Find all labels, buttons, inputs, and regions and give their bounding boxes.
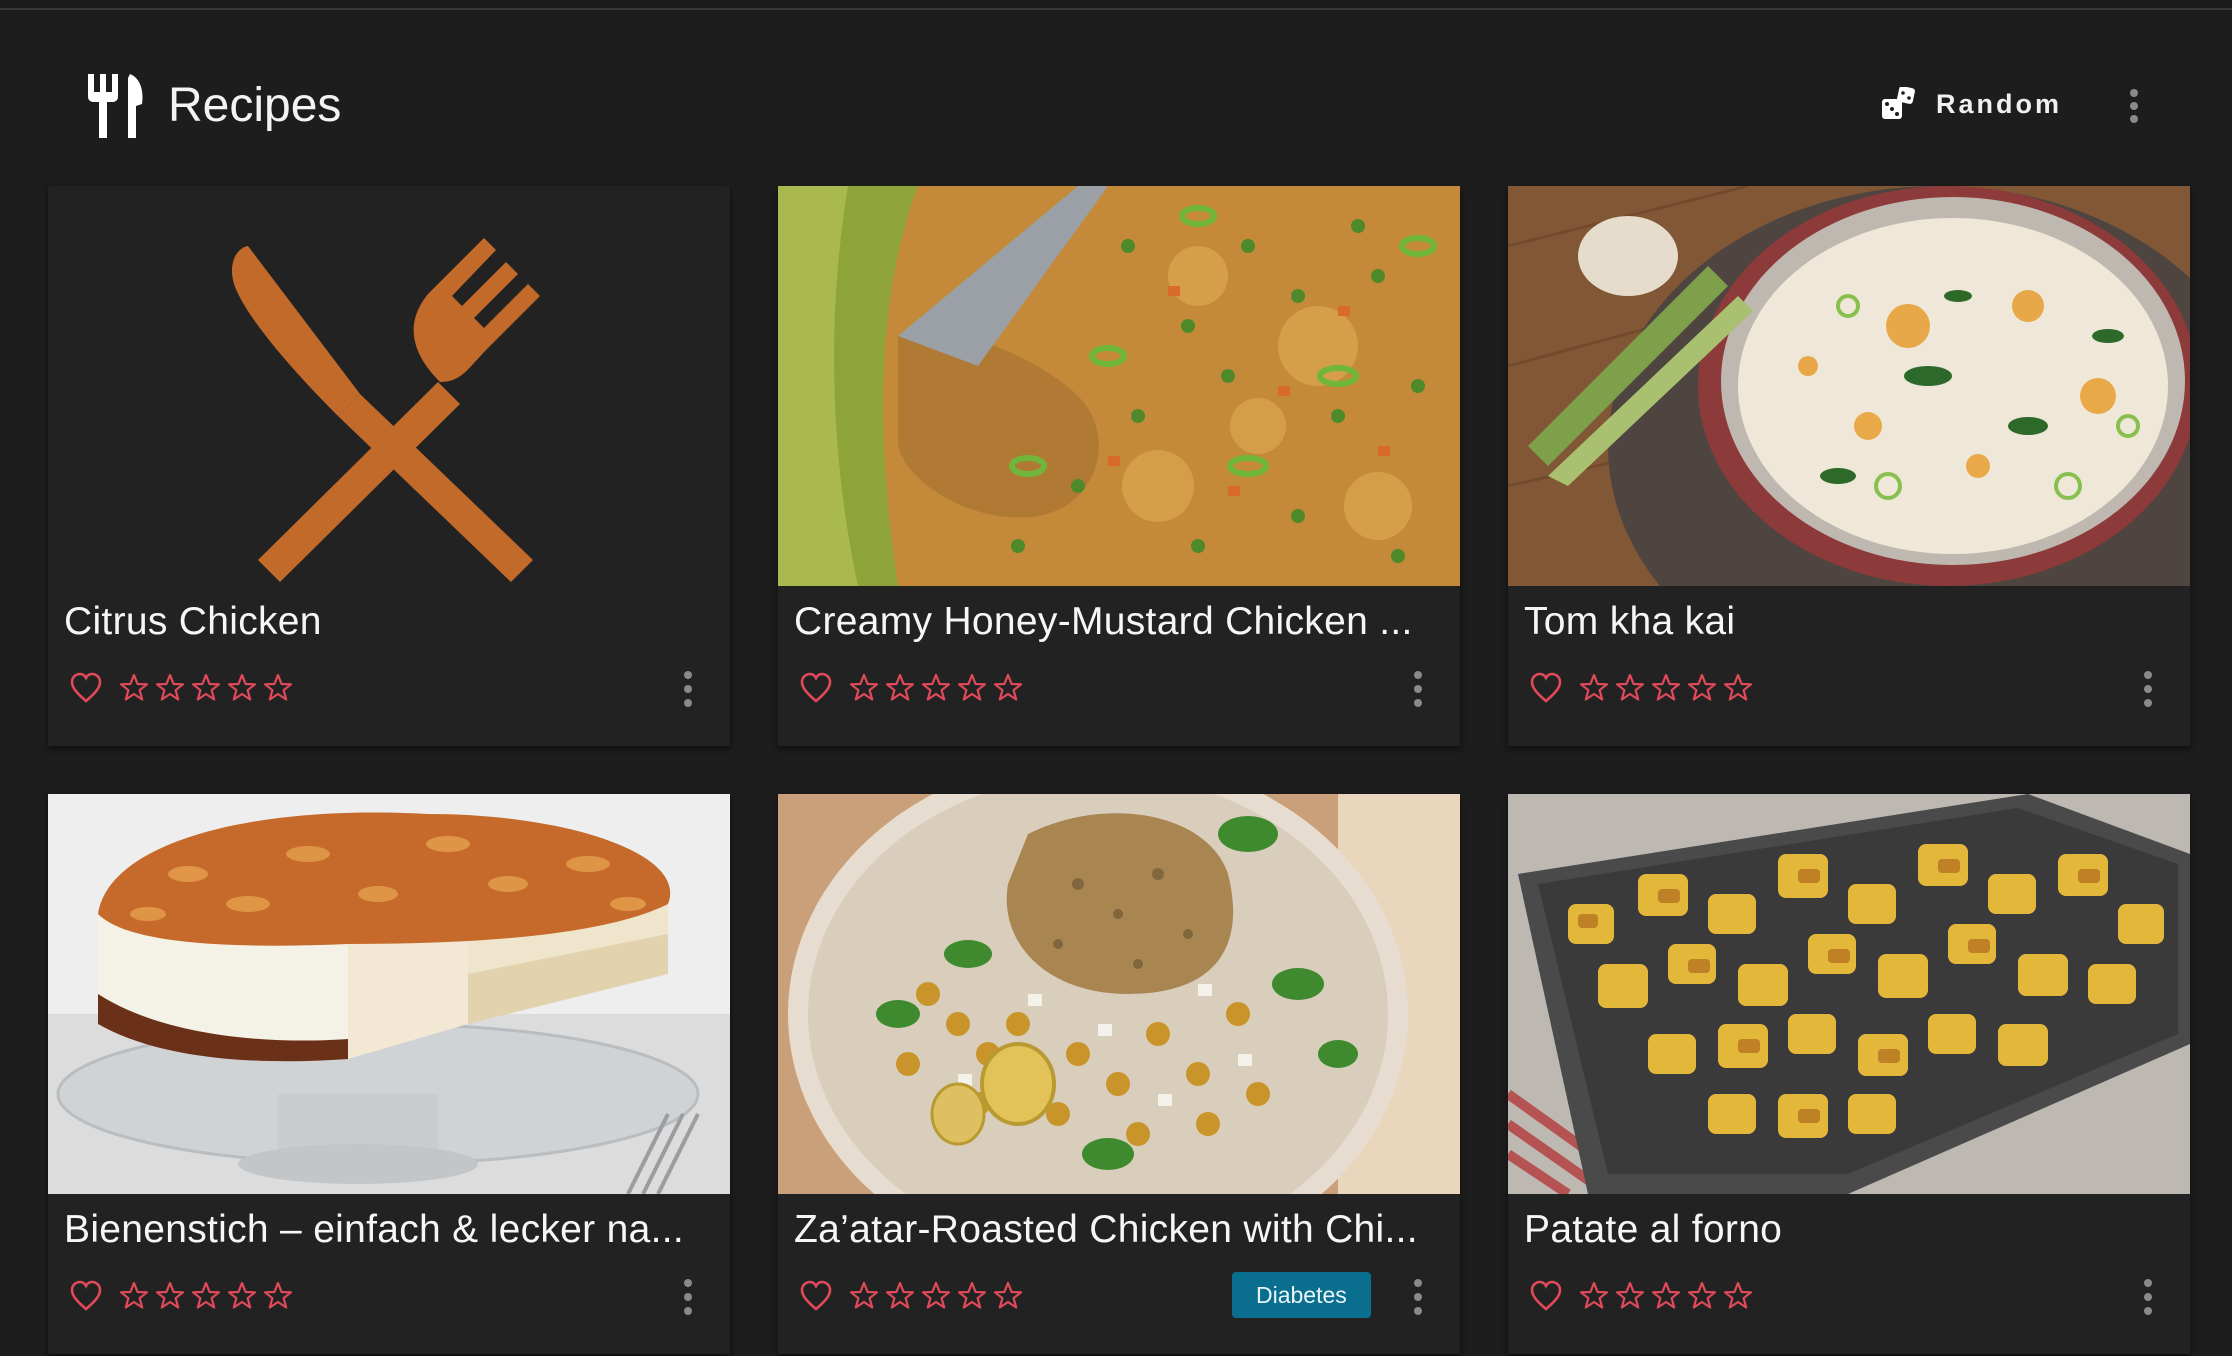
star-outline-icon[interactable] bbox=[954, 1278, 990, 1314]
coconut-soup-bowl-image bbox=[1508, 186, 2190, 586]
heart-outline-icon[interactable] bbox=[68, 1278, 104, 1314]
star-outline-icon[interactable] bbox=[990, 670, 1026, 706]
star-outline-icon[interactable] bbox=[882, 1278, 918, 1314]
tag-chip[interactable]: Diabetes bbox=[1232, 1272, 1371, 1318]
recipe-card[interactable]: Za’atar-Roasted Chicken with Chi... Diab… bbox=[778, 794, 1460, 1354]
star-outline-icon[interactable] bbox=[1648, 670, 1684, 706]
star-outline-icon[interactable] bbox=[152, 1278, 188, 1314]
recipe-image[interactable] bbox=[778, 186, 1460, 586]
star-rating[interactable] bbox=[1576, 670, 1756, 706]
star-outline-icon[interactable] bbox=[1684, 670, 1720, 706]
recipe-title[interactable]: Tom kha kai bbox=[1524, 598, 2174, 646]
star-outline-icon[interactable] bbox=[260, 1278, 296, 1314]
star-outline-icon[interactable] bbox=[990, 1278, 1026, 1314]
recipe-title[interactable]: Creamy Honey-Mustard Chicken ... bbox=[794, 598, 1444, 646]
star-outline-icon[interactable] bbox=[918, 670, 954, 706]
star-outline-icon[interactable] bbox=[1576, 1278, 1612, 1314]
star-rating[interactable] bbox=[846, 1278, 1026, 1314]
window-top-border bbox=[0, 0, 2232, 10]
app-header: Recipes Random bbox=[0, 60, 2232, 150]
more-vertical-icon[interactable] bbox=[2128, 1272, 2168, 1322]
recipe-image-placeholder[interactable] bbox=[48, 186, 730, 586]
recipe-title[interactable]: Patate al forno bbox=[1524, 1206, 2174, 1254]
more-vertical-icon[interactable] bbox=[2114, 84, 2154, 128]
random-button-label: Random bbox=[1936, 88, 2062, 119]
roasted-potatoes-tray-image bbox=[1508, 794, 2190, 1194]
recipe-image[interactable] bbox=[48, 794, 730, 1194]
star-outline-icon[interactable] bbox=[1612, 1278, 1648, 1314]
star-outline-icon[interactable] bbox=[224, 1278, 260, 1314]
bee-sting-cake-image bbox=[48, 794, 730, 1194]
more-vertical-icon[interactable] bbox=[1398, 664, 1438, 714]
recipe-actions bbox=[1508, 664, 2190, 714]
recipe-actions: Diabetes bbox=[778, 1272, 1460, 1322]
recipe-image[interactable] bbox=[778, 794, 1460, 1194]
more-vertical-icon[interactable] bbox=[1398, 1272, 1438, 1322]
more-vertical-icon[interactable] bbox=[668, 664, 708, 714]
star-outline-icon[interactable] bbox=[1612, 670, 1648, 706]
recipe-actions bbox=[48, 1272, 730, 1322]
page-title: Recipes bbox=[168, 79, 342, 132]
random-button[interactable]: Random bbox=[1868, 66, 2078, 142]
recipe-title[interactable]: Za’atar-Roasted Chicken with Chi... bbox=[794, 1206, 1444, 1254]
star-outline-icon[interactable] bbox=[1720, 670, 1756, 706]
star-rating[interactable] bbox=[116, 1278, 296, 1314]
recipe-card[interactable]: Patate al forno bbox=[1508, 794, 2190, 1354]
star-outline-icon[interactable] bbox=[188, 670, 224, 706]
star-outline-icon[interactable] bbox=[1648, 1278, 1684, 1314]
fork-knife-placeholder-icon bbox=[231, 238, 540, 582]
star-outline-icon[interactable] bbox=[116, 1278, 152, 1314]
heart-outline-icon[interactable] bbox=[1528, 670, 1564, 706]
star-rating[interactable] bbox=[1576, 1278, 1756, 1314]
star-outline-icon[interactable] bbox=[1720, 1278, 1756, 1314]
star-outline-icon[interactable] bbox=[188, 1278, 224, 1314]
heart-outline-icon[interactable] bbox=[1528, 1278, 1564, 1314]
recipe-actions bbox=[48, 664, 730, 714]
recipe-card[interactable]: Citrus Chicken bbox=[48, 186, 730, 746]
recipe-card[interactable]: Tom kha kai bbox=[1508, 186, 2190, 746]
recipe-card[interactable]: Bienenstich – einfach & lecker na... bbox=[48, 794, 730, 1354]
star-outline-icon[interactable] bbox=[918, 1278, 954, 1314]
chicken-peas-casserole-image bbox=[778, 186, 1460, 586]
more-vertical-icon[interactable] bbox=[2128, 664, 2168, 714]
star-outline-icon[interactable] bbox=[152, 670, 188, 706]
recipe-title[interactable]: Bienenstich – einfach & lecker na... bbox=[64, 1206, 714, 1254]
recipe-actions bbox=[1508, 1272, 2190, 1322]
star-outline-icon[interactable] bbox=[1684, 1278, 1720, 1314]
heart-outline-icon[interactable] bbox=[798, 1278, 834, 1314]
star-outline-icon[interactable] bbox=[1576, 670, 1612, 706]
star-outline-icon[interactable] bbox=[116, 670, 152, 706]
dice-icon bbox=[1882, 87, 1915, 119]
star-outline-icon[interactable] bbox=[224, 670, 260, 706]
heart-outline-icon[interactable] bbox=[68, 670, 104, 706]
silverware-fork-knife-icon bbox=[88, 74, 143, 138]
recipe-card[interactable]: Creamy Honey-Mustard Chicken ... bbox=[778, 186, 1460, 746]
star-outline-icon[interactable] bbox=[882, 670, 918, 706]
star-rating[interactable] bbox=[846, 670, 1026, 706]
star-outline-icon[interactable] bbox=[846, 1278, 882, 1314]
star-outline-icon[interactable] bbox=[954, 670, 990, 706]
star-rating[interactable] bbox=[116, 670, 296, 706]
recipe-image[interactable] bbox=[1508, 186, 2190, 586]
heart-outline-icon[interactable] bbox=[798, 670, 834, 706]
recipe-title[interactable]: Citrus Chicken bbox=[64, 598, 714, 646]
more-vertical-icon[interactable] bbox=[668, 1272, 708, 1322]
recipe-actions bbox=[778, 664, 1460, 714]
zaatar-chicken-chickpeas-image bbox=[778, 794, 1460, 1194]
star-outline-icon[interactable] bbox=[846, 670, 882, 706]
star-outline-icon[interactable] bbox=[260, 670, 296, 706]
recipe-image[interactable] bbox=[1508, 794, 2190, 1194]
